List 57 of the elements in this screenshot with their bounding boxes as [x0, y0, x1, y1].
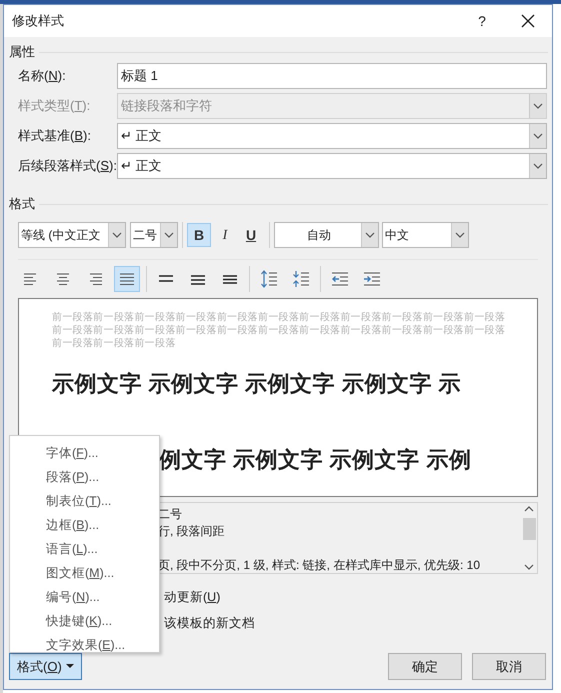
spacing-increase-icon [260, 270, 278, 288]
size-dropdown[interactable]: 二号 [130, 222, 178, 248]
chevron-down-icon [365, 232, 375, 238]
preview-text: 前一段落前一段落前一段落 [52, 337, 176, 350]
align-right-icon [87, 272, 103, 286]
caret-icon [66, 664, 74, 669]
field-label: 名称(N): [18, 67, 67, 86]
sample-text: 例文字 示例文字 示例文字 示例 [159, 447, 472, 472]
section-heading: 格式 [9, 195, 35, 214]
font-dropdown[interactable]: 等线 (中文正文 [18, 222, 126, 248]
close-icon [521, 14, 535, 28]
menu-item[interactable]: 边框(B)... [10, 513, 159, 537]
field-label: 后续段落样式(S): [18, 157, 117, 176]
indent-increase-icon [363, 272, 380, 286]
color-dropdown[interactable]: 自动 [274, 222, 379, 248]
help-button[interactable]: ? [460, 5, 504, 37]
align-justify-icon [119, 272, 135, 286]
align-center-icon [55, 272, 71, 286]
menu-item[interactable]: 字体(F)... [10, 441, 159, 465]
scroll-down-icon [524, 564, 534, 570]
field-label: 样式类型(T): [18, 97, 92, 116]
sample-text: 示例文字 示例文字 示例文字 示例文字 示 [52, 371, 461, 396]
spacing-decrease-icon [292, 270, 310, 288]
cancel-button[interactable]: 取消 [472, 653, 546, 680]
menu-item[interactable]: 段落(P)... [10, 465, 159, 489]
ok-button[interactable]: 确定 [388, 653, 462, 680]
menu-item[interactable]: 制表位(T)... [10, 489, 159, 513]
chevron-down-icon [533, 133, 543, 139]
description-text: 页, 段中不分页, 1 级, 样式: 链接, 在样式库中显示, 优先级: 10 [158, 557, 480, 574]
dropdown[interactable]: ↵ 正文 [117, 123, 547, 149]
language-dropdown[interactable]: 中文 [382, 222, 469, 248]
preview-text: 前一段落前一段落前一段落前一段落前一段落前一段落前一段落前一段落前一段落前一段落前一段落 [52, 311, 506, 324]
alignment-button[interactable] [114, 266, 140, 292]
field-label: 样式基准(B): [18, 127, 92, 146]
underline-button[interactable]: U [239, 223, 263, 247]
bold-button[interactable]: B [187, 223, 211, 247]
dropdown[interactable]: ↵ 正文 [117, 153, 547, 179]
option-label: 该模板的新文档 [164, 614, 255, 632]
window-title: 修改样式 [12, 12, 65, 30]
preview-text: 前一段落前一段落前一段落前一段落前一段落前一段落前一段落前一段落前一段落前一段落前一段落 [52, 324, 506, 337]
align-left-icon [23, 272, 39, 286]
scroll-up-icon [524, 506, 534, 512]
input-field[interactable]: 标题 1 [117, 63, 547, 89]
chevron-down-icon [164, 232, 174, 238]
indent-decrease-icon [332, 272, 348, 286]
menu-item[interactable]: 编号(N)... [10, 585, 159, 609]
menu-item[interactable]: 快捷键(K)... [10, 609, 159, 633]
chevron-down-icon [455, 232, 465, 238]
chevron-down-icon [112, 232, 122, 238]
chevron-down-icon [533, 163, 543, 169]
option-label: 动更新(U) [164, 589, 220, 606]
format-menu-button[interactable]: 格式(O) [9, 653, 82, 680]
italic-button[interactable]: I [213, 223, 237, 247]
section-heading: 属性 [9, 43, 35, 62]
menu-item[interactable]: 语言(L)... [10, 537, 159, 561]
menu-item[interactable]: 图文框(M)... [10, 561, 159, 585]
chevron-down-icon [533, 103, 543, 109]
